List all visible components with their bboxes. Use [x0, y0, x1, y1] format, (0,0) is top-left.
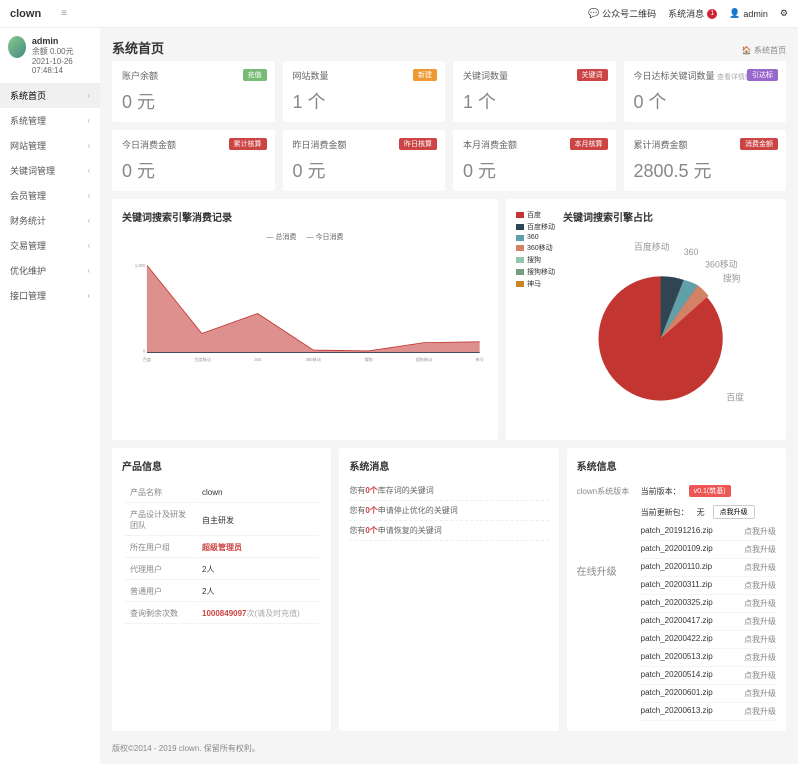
page-title: 系统首页 [112, 38, 164, 57]
nav-item-0[interactable]: 系统首页 [0, 83, 100, 108]
message-line[interactable]: 您有0个申请停止优化的关键词 [349, 501, 548, 521]
nav-item-7[interactable]: 优化维护 [0, 258, 100, 283]
svg-text:1,800: 1,800 [135, 263, 146, 268]
nav-item-2[interactable]: 网站管理 [0, 133, 100, 158]
patch-row: patch_20200311.zip点我升级 [641, 577, 776, 595]
patch-upgrade-button[interactable]: 点我升级 [744, 688, 776, 699]
settings-icon[interactable]: ⚙ [780, 8, 788, 19]
stat-card: 今日达标关键词数量 查看详情统计 引达标 0 个 [624, 61, 787, 122]
breadcrumb: 🏠 系统首页 [742, 45, 786, 56]
sysinfo-panel: 系统信息 clown系统版本 当前版本： v0.1(筑基) 当前更新包： 无 点… [567, 448, 786, 731]
patch-row: patch_20200422.zip点我升级 [641, 631, 776, 649]
patch-upgrade-button[interactable]: 点我升级 [744, 652, 776, 663]
patch-row: patch_20191216.zip点我升级 [641, 523, 776, 541]
pie-panel: 百度百度移动360360移动搜狗搜狗移动神马 关键词搜索引擎占比 百度移动 36… [506, 199, 786, 440]
nav-item-5[interactable]: 财务统计 [0, 208, 100, 233]
messages-panel: 系统消息 您有0个库存词的关键词您有0个申请停止优化的关键词您有0个申请恢复的关… [339, 448, 558, 731]
user-name: admin [32, 36, 92, 46]
card-badge[interactable]: 新建 [413, 69, 437, 81]
svg-text:搜狗: 搜狗 [364, 356, 372, 362]
card-badge[interactable]: 昨日核算 [399, 138, 437, 150]
avatar [8, 36, 26, 58]
patch-upgrade-button[interactable]: 点我升级 [744, 580, 776, 591]
svg-text:百度: 百度 [143, 356, 151, 362]
upgrade-button[interactable]: 点我升级 [713, 505, 755, 519]
patch-upgrade-button[interactable]: 点我升级 [744, 598, 776, 609]
patch-row: patch_20200514.zip点我升级 [641, 667, 776, 685]
nav-item-6[interactable]: 交易管理 [0, 233, 100, 258]
qrcode-link[interactable]: 💬 公众号二维码 [588, 7, 656, 20]
area-chart: 1,800 0 百度 百度移动 360 360移动 搜狗 搜狗移动 神马 [122, 246, 488, 376]
brand: clown [10, 8, 41, 20]
sidebar: admin 余额 0.00元 2021-10-26 07:48:14 系统首页系… [0, 28, 100, 764]
pie-chart: 百度移动 360 360移动 搜狗 百度 [563, 232, 776, 427]
patch-row: patch_20200325.zip点我升级 [641, 595, 776, 613]
top-header: clown ≡ 💬 公众号二维码 系统消息1 👤 admin ⚙ [0, 0, 798, 28]
stat-card: 本月消费金额 本月核算 0 元 [453, 130, 616, 191]
patch-row: patch_20200513.zip点我升级 [641, 649, 776, 667]
stat-card: 关键词数量 关键词 1 个 [453, 61, 616, 122]
message-line[interactable]: 您有0个库存词的关键词 [349, 481, 548, 501]
product-panel: 产品信息 产品名称clown产品设计及研发团队自主研发所在用户组超级管理员代理用… [112, 448, 331, 731]
svg-text:搜狗移动: 搜狗移动 [416, 356, 433, 362]
svg-text:百度移动: 百度移动 [634, 241, 670, 252]
patch-upgrade-button[interactable]: 点我升级 [744, 616, 776, 627]
menu-toggle-icon[interactable]: ≡ [61, 8, 67, 19]
patch-upgrade-button[interactable]: 点我升级 [744, 544, 776, 555]
user-balance: 余额 0.00元 [32, 46, 92, 57]
patch-row: patch_20200110.zip点我升级 [641, 559, 776, 577]
card-badge[interactable]: 引达标 [747, 69, 778, 81]
message-line[interactable]: 您有0个申请恢复的关键词 [349, 521, 548, 541]
card-badge[interactable]: 消费金额 [740, 138, 778, 150]
svg-text:360移动: 360移动 [705, 259, 738, 270]
svg-text:神马: 神马 [475, 356, 483, 362]
user-menu[interactable]: 👤 admin [729, 8, 768, 19]
patch-upgrade-button[interactable]: 点我升级 [744, 706, 776, 717]
card-badge[interactable]: 累计核算 [229, 138, 267, 150]
chart-title: 关键词搜索引擎消费记录 [122, 209, 488, 224]
stat-card: 账户余额 充值 0 元 [112, 61, 275, 122]
user-time: 2021-10-26 07:48:14 [32, 57, 92, 75]
sysmsg-link[interactable]: 系统消息1 [668, 7, 717, 20]
nav-item-3[interactable]: 关键词管理 [0, 158, 100, 183]
stat-card: 昨日消费金额 昨日核算 0 元 [283, 130, 446, 191]
chart-panel: 关键词搜索引擎消费记录 总消费 今日消费 1,800 0 [112, 199, 498, 440]
patch-row: patch_20200417.zip点我升级 [641, 613, 776, 631]
patch-upgrade-button[interactable]: 点我升级 [744, 634, 776, 645]
pie-title: 关键词搜索引擎占比 [563, 209, 776, 224]
nav-item-8[interactable]: 接口管理 [0, 283, 100, 308]
patch-row: patch_20200613.zip点我升级 [641, 703, 776, 721]
user-box: admin 余额 0.00元 2021-10-26 07:48:14 [0, 28, 100, 83]
patch-upgrade-button[interactable]: 点我升级 [744, 670, 776, 681]
version-badge: v0.1(筑基) [689, 485, 731, 497]
nav-item-1[interactable]: 系统管理 [0, 108, 100, 133]
nav-item-4[interactable]: 会员管理 [0, 183, 100, 208]
card-badge[interactable]: 充值 [243, 69, 267, 81]
svg-text:搜狗: 搜狗 [723, 273, 741, 284]
svg-text:百度: 百度 [726, 392, 744, 403]
card-badge[interactable]: 本月核算 [570, 138, 608, 150]
patch-row: patch_20200109.zip点我升级 [641, 541, 776, 559]
chart-legend: 总消费 今日消费 [122, 232, 488, 242]
stat-card: 网站数量 新建 1 个 [283, 61, 446, 122]
card-badge[interactable]: 关键词 [577, 69, 608, 81]
svg-text:360: 360 [254, 357, 262, 362]
svg-text:0: 0 [143, 349, 146, 354]
stat-card: 今日消费金额 累计核算 0 元 [112, 130, 275, 191]
patch-upgrade-button[interactable]: 点我升级 [744, 526, 776, 537]
stat-card: 累计消费金额 消费金额 2800.5 元 [624, 130, 787, 191]
pie-legend: 百度百度移动360360移动搜狗搜狗移动神马 [516, 209, 555, 430]
svg-text:360移动: 360移动 [306, 356, 321, 362]
footer: 版权©2014 - 2019 clown. 保留所有权利。 [112, 743, 786, 754]
main: 系统首页 🏠 系统首页 账户余额 充值 0 元网站数量 新建 1 个关键词数量 … [100, 28, 798, 764]
svg-text:百度移动: 百度移动 [194, 356, 211, 362]
patch-row: patch_20200601.zip点我升级 [641, 685, 776, 703]
svg-text:360: 360 [684, 247, 699, 257]
patch-upgrade-button[interactable]: 点我升级 [744, 562, 776, 573]
